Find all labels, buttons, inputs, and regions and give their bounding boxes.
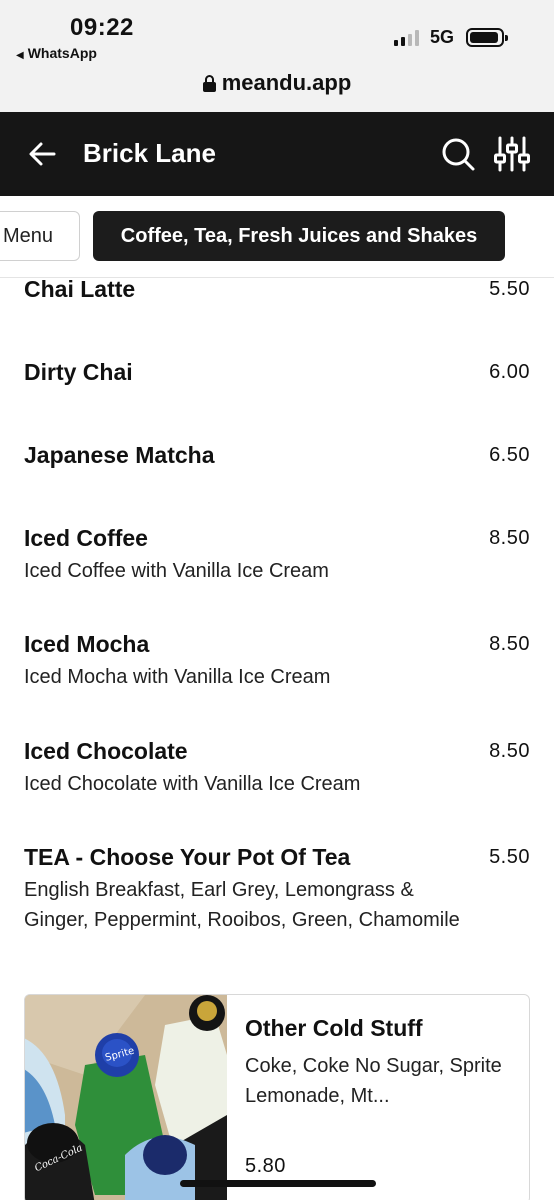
item-price: 6.00: [489, 361, 530, 383]
back-arrow-icon[interactable]: [26, 138, 58, 170]
item-price: 5.50: [489, 278, 530, 300]
item-description: English Breakfast, Earl Grey, Lemongrass…: [24, 879, 460, 931]
item-price: 6.50: [489, 444, 530, 466]
network-type: 5G: [430, 27, 455, 47]
menu-item[interactable]: Chai Latte 5.50: [24, 276, 530, 303]
cold-drinks-photo: Sprite Coca-Cola: [25, 995, 227, 1200]
back-app-label: WhatsApp: [27, 45, 97, 61]
signal-strength-icon: [394, 28, 424, 48]
url-bar[interactable]: meandu.app: [0, 64, 554, 112]
item-description: Iced Coffee with Vanilla Ice Cream: [24, 560, 329, 582]
item-name: Chai Latte: [24, 276, 136, 302]
search-icon[interactable]: [440, 136, 476, 172]
menu-item-card[interactable]: Sprite Coca-Cola Other Cold Stuff Coke, …: [24, 994, 530, 1200]
back-to-app-link[interactable]: ◀ WhatsApp: [16, 45, 97, 61]
card-price: 5.80: [245, 1155, 286, 1177]
status-bar: 09:22 ◀ WhatsApp 5G: [0, 0, 554, 64]
menu-item[interactable]: Japanese Matcha 6.50: [24, 442, 530, 469]
item-description: Iced Mocha with Vanilla Ice Cream: [24, 666, 331, 688]
menu-item[interactable]: Dirty Chai 6.00: [24, 359, 530, 386]
menu-item[interactable]: TEA - Choose Your Pot Of Tea 5.50 Englis…: [24, 844, 530, 935]
item-price: 8.50: [489, 633, 530, 655]
filter-sliders-icon[interactable]: [494, 134, 530, 174]
menu-item[interactable]: Iced Coffee 8.50 Iced Coffee with Vanill…: [24, 525, 530, 586]
item-price: 5.50: [489, 846, 530, 868]
item-description: Iced Chocolate with Vanilla Ice Cream: [24, 773, 361, 795]
item-name: Japanese Matcha: [24, 442, 215, 468]
item-name: TEA - Choose Your Pot Of Tea: [24, 844, 351, 870]
page-title: Brick Lane: [83, 138, 216, 168]
app-header: Brick Lane: [0, 112, 554, 196]
item-name: Iced Mocha: [24, 631, 150, 657]
battery-icon: [466, 28, 508, 47]
card-title: Other Cold Stuff: [245, 1015, 423, 1041]
item-name: Dirty Chai: [24, 359, 133, 385]
url-text: meandu.app: [221, 70, 352, 95]
menu-item[interactable]: Iced Mocha 8.50 Iced Mocha with Vanilla …: [24, 631, 530, 692]
card-description: Coke, Coke No Sugar, Sprite Lemonade, Mt…: [245, 1055, 502, 1107]
item-name: Iced Coffee: [24, 525, 148, 551]
tab-coffee-tea-juices-shakes[interactable]: Coffee, Tea, Fresh Juices and Shakes: [93, 211, 505, 261]
item-price: 8.50: [489, 527, 530, 549]
item-name: Iced Chocolate: [24, 738, 188, 764]
status-time: 09:22: [70, 14, 134, 41]
tab-menu[interactable]: Menu: [0, 211, 80, 261]
menu-item[interactable]: Iced Chocolate 8.50 Iced Chocolate with …: [24, 738, 530, 799]
back-triangle-icon: ◀: [16, 50, 24, 61]
lock-icon: [202, 75, 216, 92]
home-indicator[interactable]: [180, 1180, 376, 1187]
category-tabs: Menu Coffee, Tea, Fresh Juices and Shake…: [0, 196, 554, 278]
item-price: 8.50: [489, 740, 530, 762]
